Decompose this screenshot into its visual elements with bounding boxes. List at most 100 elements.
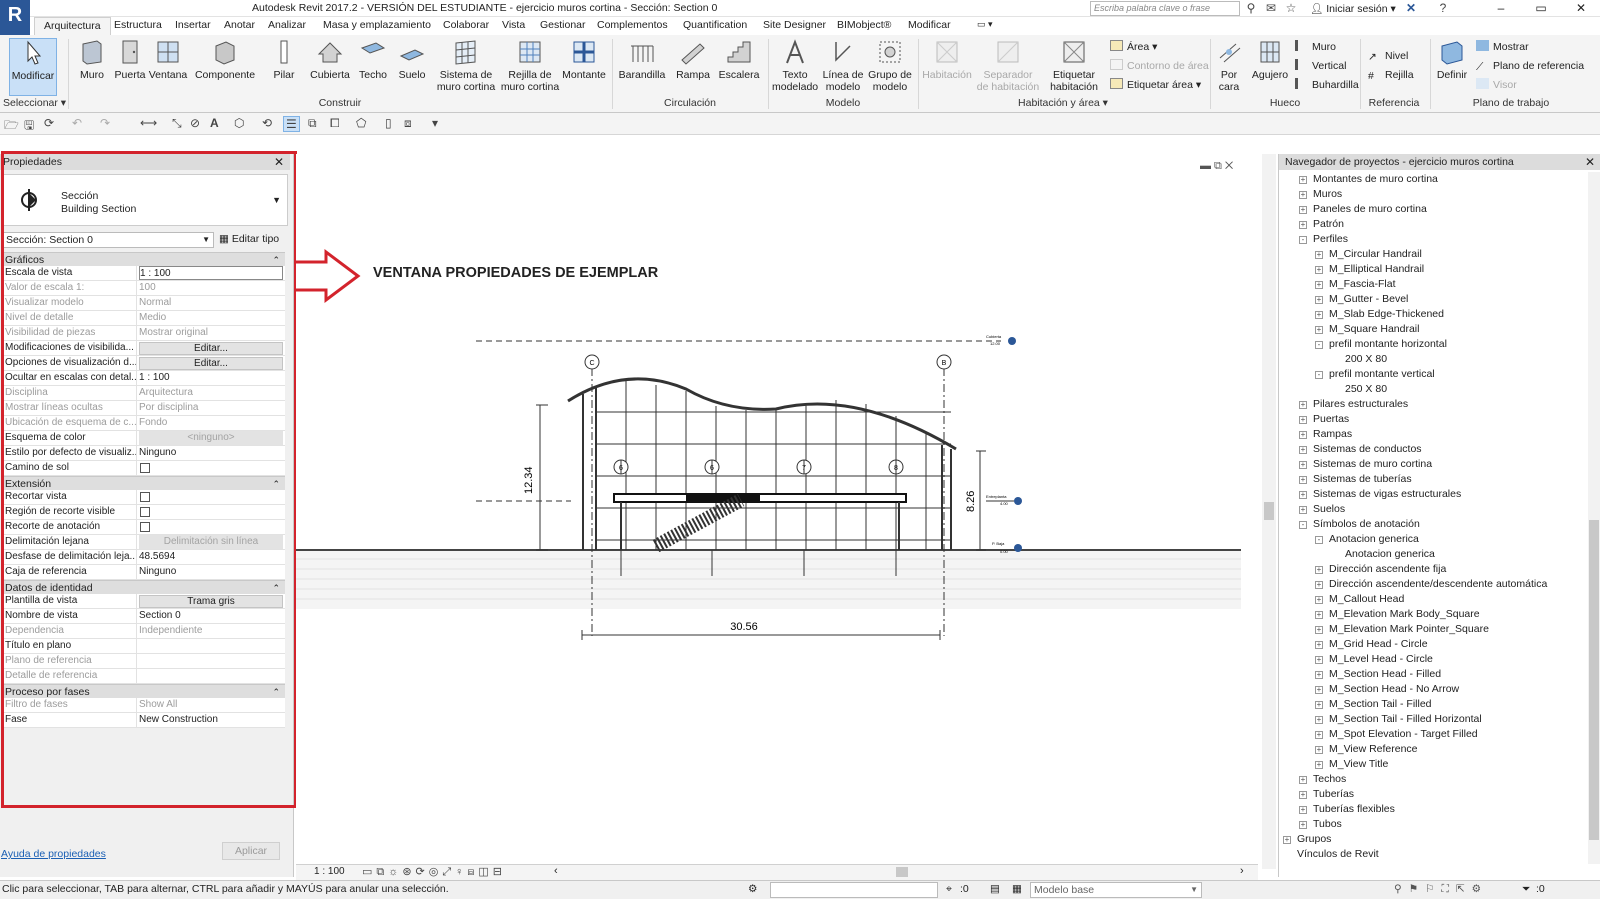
tab-estructura[interactable]: Estructura: [114, 19, 162, 31]
property-group-header[interactable]: Gráficos ⌃: [3, 252, 285, 266]
tab-insertar[interactable]: Insertar: [175, 19, 211, 31]
tag-room-button[interactable]: Etiquetar habitación: [1046, 38, 1102, 93]
browser-node[interactable]: + Techos: [1279, 772, 1587, 787]
expand-icon[interactable]: +: [1315, 281, 1323, 289]
expand-icon[interactable]: +: [1315, 671, 1323, 679]
browser-node[interactable]: + M_Fascia-Flat: [1279, 277, 1587, 292]
curtain-system-button[interactable]: Sistema de muro cortina: [434, 38, 498, 93]
expand-icon[interactable]: +: [1299, 821, 1307, 829]
search-input[interactable]: Escriba palabra clave o frase: [1090, 1, 1240, 16]
expand-icon[interactable]: +: [1315, 251, 1323, 259]
browser-node[interactable]: + Sistemas de conductos: [1279, 442, 1587, 457]
close-icon[interactable]: ✕: [274, 154, 284, 170]
property-value[interactable]: 1 : 100: [139, 371, 283, 385]
expand-icon[interactable]: +: [1315, 611, 1323, 619]
browser-node[interactable]: + M_Grid Head - Circle: [1279, 637, 1587, 652]
collapse-icon[interactable]: -: [1299, 236, 1307, 244]
viewer-button[interactable]: Visor: [1476, 78, 1517, 92]
browser-node[interactable]: + M_Slab Edge-Thickened: [1279, 307, 1587, 322]
close-icon[interactable]: ✕: [1585, 154, 1595, 170]
browser-node[interactable]: + Montantes de muro cortina: [1279, 172, 1587, 187]
browser-node[interactable]: + M_Elliptical Handrail: [1279, 262, 1587, 277]
expand-icon[interactable]: +: [1299, 446, 1307, 454]
tab-bimobject[interactable]: BIMobject®: [837, 19, 891, 31]
expand-icon[interactable]: +: [1299, 491, 1307, 499]
expand-icon[interactable]: +: [1283, 836, 1291, 844]
curtain-grid-button[interactable]: Rejilla de muro cortina: [498, 38, 562, 93]
browser-node[interactable]: + Puertas: [1279, 412, 1587, 427]
application-menu-button[interactable]: R: [0, 0, 30, 38]
tag-icon[interactable]: ⊘: [190, 116, 200, 130]
browser-node[interactable]: + M_Elevation Mark Pointer_Square: [1279, 622, 1587, 637]
main-model-icon[interactable]: ▦: [1012, 881, 1022, 898]
roof-button[interactable]: Cubierta: [308, 38, 352, 81]
room-separator-button[interactable]: Separador de habitación: [976, 38, 1040, 93]
area-boundary-button[interactable]: Contorno de área: [1110, 59, 1209, 73]
expand-icon[interactable]: +: [1315, 266, 1323, 274]
drawing-area[interactable]: C B 6 6 7 8: [296, 154, 1258, 877]
floor-button[interactable]: Suelo: [394, 38, 430, 81]
browser-node[interactable]: + Suelos: [1279, 502, 1587, 517]
browser-node[interactable]: Anotacion generica: [1279, 547, 1587, 562]
customize-icon[interactable]: ▯: [385, 116, 392, 130]
expand-icon[interactable]: +: [1315, 731, 1323, 739]
grid-button[interactable]: # Rejilla: [1368, 68, 1414, 82]
expand-icon[interactable]: +: [1299, 221, 1307, 229]
type-selector[interactable]: Sección Building Section ▼: [3, 174, 288, 226]
property-group-header[interactable]: Datos de identidad ⌃: [3, 580, 285, 594]
collapse-icon[interactable]: ⌃: [272, 685, 280, 699]
browser-node[interactable]: + M_Callout Head: [1279, 592, 1587, 607]
redo-icon[interactable]: ↷: [100, 116, 110, 130]
ramp-button[interactable]: Rampa: [673, 38, 713, 81]
property-checkbox[interactable]: [140, 507, 150, 517]
filter-icon[interactable]: ⏷: [1522, 881, 1530, 898]
communication-icon[interactable]: ✉: [1264, 1, 1278, 15]
model-group-button[interactable]: Grupo de modelo: [866, 38, 914, 93]
dormer-button[interactable]: Buhardilla: [1295, 78, 1359, 92]
dimension-icon[interactable]: ⤡: [172, 116, 182, 131]
section-icon[interactable]: ⟲: [262, 116, 272, 130]
selection-options-icons[interactable]: ⚲⚑⚐⛶⇱⚙: [1394, 881, 1488, 898]
browser-node[interactable]: + M_Level Head - Circle: [1279, 652, 1587, 667]
room-button[interactable]: Habitación: [920, 38, 974, 81]
browser-node[interactable]: + Pilares estructurales: [1279, 397, 1587, 412]
model-text-button[interactable]: Texto modelado: [772, 38, 818, 93]
collapse-icon[interactable]: ⌃: [272, 253, 280, 267]
expand-icon[interactable]: +: [1315, 746, 1323, 754]
browser-node[interactable]: - prefil montante vertical: [1279, 367, 1587, 382]
browser-node[interactable]: - prefil montante horizontal: [1279, 337, 1587, 352]
edit-type-button[interactable]: ▦ Editar tipo: [219, 232, 279, 246]
scroll-right-icon[interactable]: ›: [1240, 865, 1244, 877]
property-group-header[interactable]: Extensión ⌃: [3, 476, 285, 490]
property-value[interactable]: Ninguno: [139, 565, 283, 579]
tab-masa[interactable]: Masa y emplazamiento: [323, 19, 431, 31]
signin-button[interactable]: 👤︎ Iniciar sesión ▾: [1310, 2, 1396, 15]
window-button[interactable]: Ventana: [148, 38, 188, 81]
browser-node[interactable]: + Patrón: [1279, 217, 1587, 232]
browser-node[interactable]: + Dirección ascendente/descendente automá…: [1279, 577, 1587, 592]
browser-node[interactable]: + M_Circular Handrail: [1279, 247, 1587, 262]
tab-anotar[interactable]: Anotar: [224, 19, 255, 31]
expand-icon[interactable]: +: [1299, 506, 1307, 514]
tag-area-button[interactable]: Etiquetar área ▾: [1110, 78, 1201, 92]
expand-icon[interactable]: +: [1315, 566, 1323, 574]
expand-icon[interactable]: +: [1299, 431, 1307, 439]
property-value[interactable]: New Construction: [139, 713, 283, 727]
property-value[interactable]: Ninguno: [139, 446, 283, 460]
expand-icon[interactable]: +: [1299, 776, 1307, 784]
property-value[interactable]: Section 0: [139, 609, 283, 623]
expand-icon[interactable]: +: [1315, 686, 1323, 694]
ref-plane-button[interactable]: ⟋ Plano de referencia: [1476, 59, 1584, 73]
view-scroll-thumb[interactable]: [1264, 502, 1274, 520]
text-icon[interactable]: A: [210, 116, 219, 130]
browser-node[interactable]: + M_Section Head - Filled: [1279, 667, 1587, 682]
browser-node[interactable]: + M_Gutter - Bevel: [1279, 292, 1587, 307]
browser-node[interactable]: - Perfiles: [1279, 232, 1587, 247]
railing-button[interactable]: Barandilla: [617, 38, 667, 81]
view-window-controls[interactable]: ▬⧉✕: [1200, 160, 1236, 173]
ceiling-button[interactable]: Techo: [355, 38, 391, 81]
browser-node[interactable]: + Rampas: [1279, 427, 1587, 442]
default-3d-icon[interactable]: ⬠: [356, 116, 366, 130]
property-value[interactable]: 1 : 100: [139, 266, 283, 280]
tab-arquitectura[interactable]: Arquitectura: [34, 17, 111, 36]
